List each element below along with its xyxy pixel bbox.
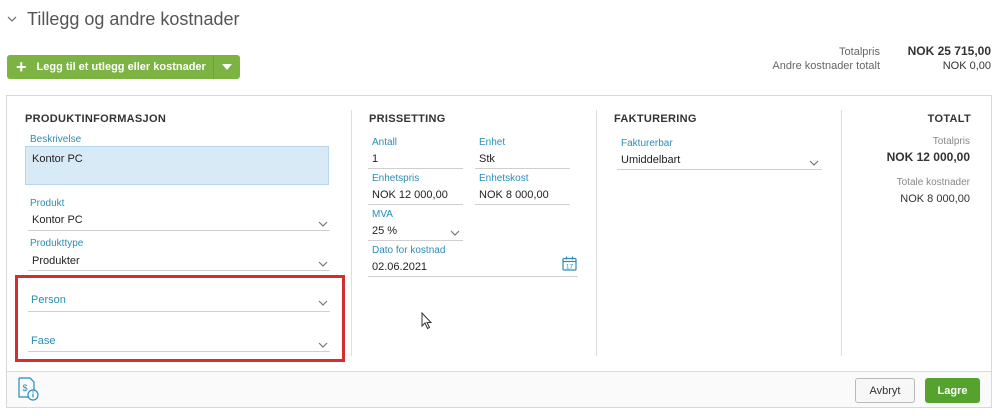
save-button[interactable]: Lagre [925,378,980,403]
mva-value[interactable]: 25 % [372,225,397,237]
add-expense-label: Legg til et utlegg eller kostnader [36,61,206,73]
mva-underline [368,240,463,241]
cancel-button[interactable]: Avbryt [855,378,915,403]
fakturerbar-underline [617,169,822,170]
enhetspris-value[interactable]: NOK 12 000,00 [372,189,448,201]
produkt-label: Produkt [30,198,65,209]
summary-totalpris-label: Totalpris [839,46,880,58]
chevron-down-icon[interactable] [450,228,460,238]
totalt-kostnader-label: Totale kostnader [896,177,970,188]
dato-value[interactable]: 02.06.2021 [372,261,427,273]
enhetskost-label: Enhetskost [479,173,529,184]
add-expense-dropdown-toggle[interactable] [213,55,240,79]
fakturerbar-label: Fakturerbar [621,138,673,149]
dato-underline [368,276,578,277]
beskrivelse-value: Kontor PC [32,153,83,165]
fakturerbar-value[interactable]: Umiddelbart [621,154,680,166]
enhet-underline [475,168,570,169]
prissetting-heading: PRISSETTING [369,113,446,125]
chevron-down-icon[interactable] [809,158,819,168]
summary-totalpris-value: NOK 25 715,00 [907,44,991,58]
antall-value[interactable]: 1 [372,153,378,165]
svg-text:$: $ [22,383,27,393]
fakturering-heading: FAKTURERING [614,113,697,125]
column-divider [351,110,352,356]
enhetspris-underline [368,204,463,205]
produkttype-underline [28,270,330,271]
caret-down-icon [222,64,232,70]
chevron-down-icon[interactable] [318,219,328,229]
antall-underline [368,168,463,169]
calendar-icon[interactable]: 17 [562,256,577,271]
enhetskost-value[interactable]: NOK 8 000,00 [479,189,549,201]
mouse-cursor-icon [421,312,433,330]
totalt-heading: TOTALT [927,113,971,125]
add-expense-button[interactable]: + Legg til et utlegg eller kostnader [7,55,213,79]
summary-andre-value: NOK 0,00 [942,60,991,72]
enhet-value[interactable]: Stk [479,153,495,165]
beskrivelse-field[interactable] [25,146,329,185]
enhet-label: Enhet [479,137,506,148]
enhetskost-underline [475,204,570,205]
mva-label: MVA [372,209,393,220]
chevron-down-icon[interactable] [318,259,328,269]
produkttype-value[interactable]: Produkter [32,255,80,267]
produkt-value[interactable]: Kontor PC [32,214,83,226]
card-footer [7,372,991,407]
summary-andre-label: Andre kostnader totalt [772,60,880,72]
footer-divider [7,371,991,372]
plus-icon: + [16,57,27,77]
section-collapse-chevron-icon[interactable] [6,13,18,25]
receipt-info-icon[interactable]: $ [17,377,39,401]
produktinfo-heading: PRODUKTINFORMASJON [25,113,167,125]
antall-label: Antall [372,137,398,148]
svg-text:17: 17 [566,264,574,271]
highlight-box [15,275,345,362]
column-divider [841,110,842,356]
column-divider [596,110,597,356]
dato-label: Dato for kostnad [372,245,446,256]
beskrivelse-label: Beskrivelse [30,134,82,145]
totalt-totalpris-label: Totalpris [932,136,970,147]
totalt-kostnader-value: NOK 8 000,00 [900,193,970,205]
produkttype-label: Produkttype [30,238,84,249]
totalt-totalpris-value: NOK 12 000,00 [886,150,970,164]
enhetspris-label: Enhetspris [372,173,420,184]
section-title: Tillegg og andre kostnader [27,9,240,29]
produkt-underline [28,230,330,231]
add-expense-button-group: + Legg til et utlegg eller kostnader [7,55,240,79]
